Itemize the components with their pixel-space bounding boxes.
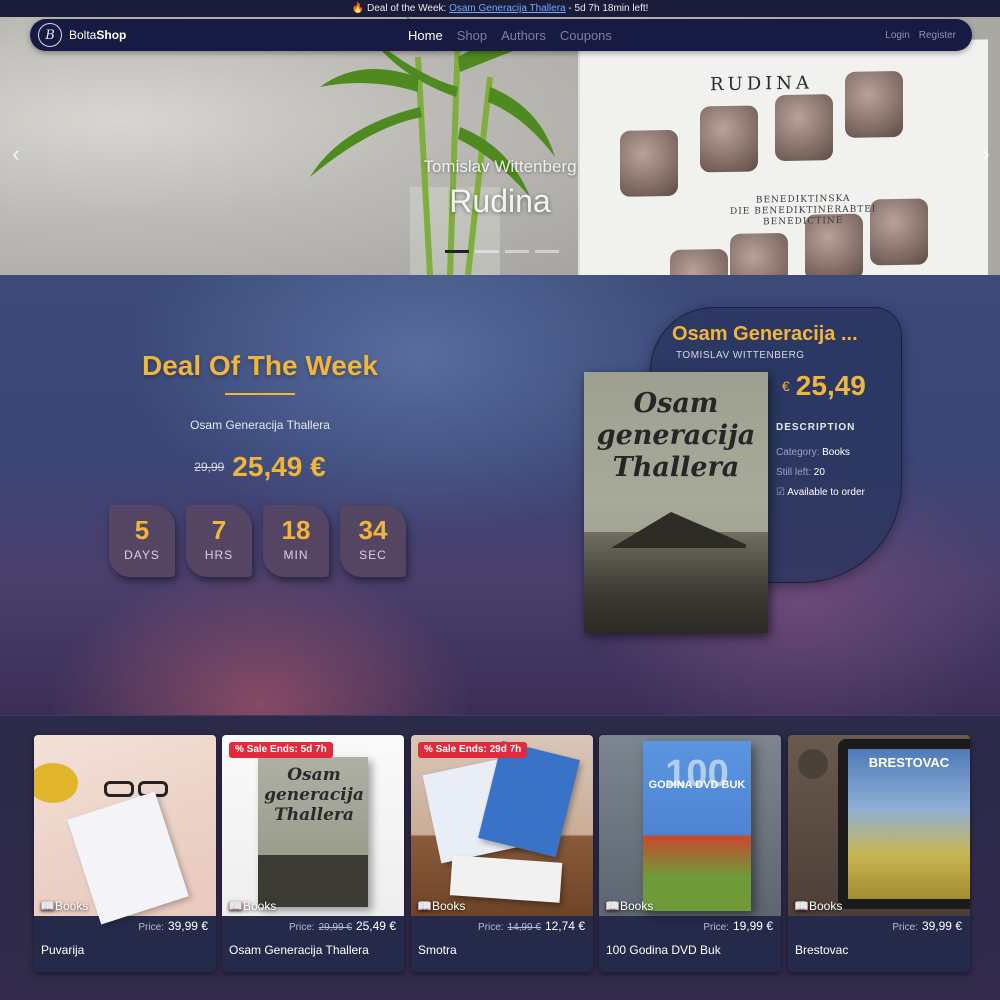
countdown-minutes: 18 MIN — [263, 505, 329, 577]
stone-relief — [775, 94, 833, 162]
navbar: B BoltaShop Home Shop Authors Coupons Lo… — [30, 19, 972, 51]
deal-title: Deal Of The Week — [141, 350, 378, 381]
countdown-hours: 7 HRS — [186, 505, 252, 577]
description-label: DESCRIPTION — [776, 422, 856, 433]
carousel-indicator[interactable] — [505, 250, 529, 253]
countdown: 5 DAYS 7 HRS 18 MIN 34 SEC — [109, 505, 406, 577]
card-category: 📖Books — [417, 899, 466, 913]
check-circle-icon: ☑ — [776, 487, 785, 498]
card-price: Price: 39,99 € — [138, 919, 208, 933]
product-price-value: 25,49 — [795, 370, 866, 401]
product-author: TOMISLAV WITTENBERG — [676, 350, 805, 361]
card-image — [34, 735, 216, 925]
carousel-indicator[interactable] — [475, 250, 499, 253]
product-card-small[interactable]: Osam generacija Thallera % Sale Ends: 5d… — [222, 735, 404, 972]
stone-relief — [845, 70, 903, 138]
carousel-indicator[interactable] — [445, 250, 469, 253]
deal-old-price: 29,99 — [194, 460, 225, 474]
register-link[interactable]: Register — [919, 30, 956, 41]
hero-carousel: RUDINA BENEDIKTINSKA DIE BENEDIKTINERABTE… — [0, 17, 1000, 275]
product-card-small[interactable]: % Sale Ends: 29d 7h 📖Books Price: 14,99 €… — [411, 735, 593, 972]
chevron-left-icon[interactable]: ‹ — [8, 139, 24, 169]
deal-link[interactable]: Osam Generacija Thallera — [449, 3, 566, 14]
announcement-bar: 🔥 Deal of the Week: Osam Generacija Thall… — [0, 0, 1000, 17]
nav-shop[interactable]: Shop — [457, 28, 487, 43]
product-title[interactable]: Osam Generacija ... — [672, 323, 858, 346]
card-price: Price: 39,99 € — [892, 919, 962, 933]
carousel-indicators — [445, 250, 559, 253]
product-cover-image[interactable]: Osam generacija Thallera — [584, 372, 768, 633]
brand-name: BoltaShop — [69, 28, 127, 42]
product-card-small[interactable]: 100 GODINA DVD BUK 📖Books Price: 19,99 € … — [599, 735, 781, 972]
hero-author: Tomislav Wittenberg — [423, 157, 577, 176]
card-title[interactable]: Osam Generacija Thallera — [229, 943, 369, 957]
cover-title: Osam generacija Thallera — [596, 388, 756, 483]
sale-badge: % Sale Ends: 29d 7h — [418, 742, 528, 758]
chevron-right-icon[interactable]: › — [978, 139, 994, 169]
product-info: Category: Books Still left: 20 ☑ Availab… — [776, 443, 865, 503]
brand-logo[interactable]: B BoltaShop — [38, 23, 126, 47]
book-open-icon: 📖 — [228, 899, 243, 913]
card-image — [411, 735, 593, 916]
card-category: 📖Books — [40, 899, 89, 913]
card-image: 100 GODINA DVD BUK — [599, 735, 781, 916]
product-card-small[interactable]: BRESTOVAC 📖Books Price: 39,99 € Brestovac — [788, 735, 970, 972]
product-card-small[interactable]: 📖Books Price: 39,99 € Puvarija — [34, 735, 216, 972]
book-open-icon: 📖 — [794, 899, 809, 913]
book-open-icon: 📖 — [417, 899, 432, 913]
countdown-seconds: 34 SEC — [340, 505, 406, 577]
deal-new-price: 25,49 € — [232, 451, 326, 482]
availability-status: ☑ Available to order — [776, 487, 865, 498]
sale-badge: % Sale Ends: 5d 7h — [229, 742, 333, 758]
product-category: Category: Books — [776, 447, 850, 458]
card-category: 📖Books — [228, 899, 277, 913]
book-open-icon: 📖 — [40, 899, 55, 913]
card-title[interactable]: Smotra — [418, 943, 457, 957]
product-stock: Still left: 20 — [776, 467, 825, 478]
card-price: Price: 19,99 € — [703, 919, 773, 933]
hero-book-title: RUDINA — [710, 72, 814, 96]
logo-icon: B — [38, 23, 62, 47]
countdown-days: 5 DAYS — [109, 505, 175, 577]
fire-icon: 🔥 — [351, 3, 364, 14]
hero-title: Rudina — [449, 183, 551, 219]
deal-book-name: Osam Generacija Thallera — [190, 418, 330, 432]
card-title[interactable]: Puvarija — [41, 943, 84, 957]
card-image: BRESTOVAC — [788, 735, 970, 916]
nav-home[interactable]: Home — [408, 28, 443, 43]
login-link[interactable]: Login — [885, 30, 909, 41]
carousel-indicator[interactable] — [535, 250, 559, 253]
card-price: Price: 14,99 €12,74 € — [478, 919, 585, 933]
card-category: 📖Books — [605, 899, 654, 913]
card-category: 📖Books — [794, 899, 843, 913]
card-title[interactable]: 100 Godina DVD Buk — [606, 943, 721, 957]
stone-relief — [670, 248, 728, 275]
card-image: Osam generacija Thallera — [222, 735, 404, 916]
stone-relief — [730, 232, 788, 275]
nav-authors[interactable]: Authors — [501, 28, 546, 43]
announcement-suffix: - 5d 7h 18min left! — [565, 3, 649, 14]
deal-price: 29,99 25,49 € — [110, 451, 410, 483]
book-open-icon: 📖 — [605, 899, 620, 913]
auth-links: Login Register — [885, 19, 956, 51]
hero-caption: Tomislav Wittenberg Rudina — [0, 157, 1000, 220]
deal-divider — [225, 393, 295, 395]
nav-links: Home Shop Authors Coupons — [408, 19, 612, 51]
plant-image — [310, 17, 555, 275]
product-price: €25,49 — [782, 370, 866, 402]
card-price: Price: 29,99 €25,49 € — [289, 919, 396, 933]
card-title[interactable]: Brestovac — [795, 943, 848, 957]
currency-symbol: € — [782, 378, 790, 394]
nav-coupons[interactable]: Coupons — [560, 28, 612, 43]
announcement-prefix: Deal of the Week: — [366, 3, 450, 14]
